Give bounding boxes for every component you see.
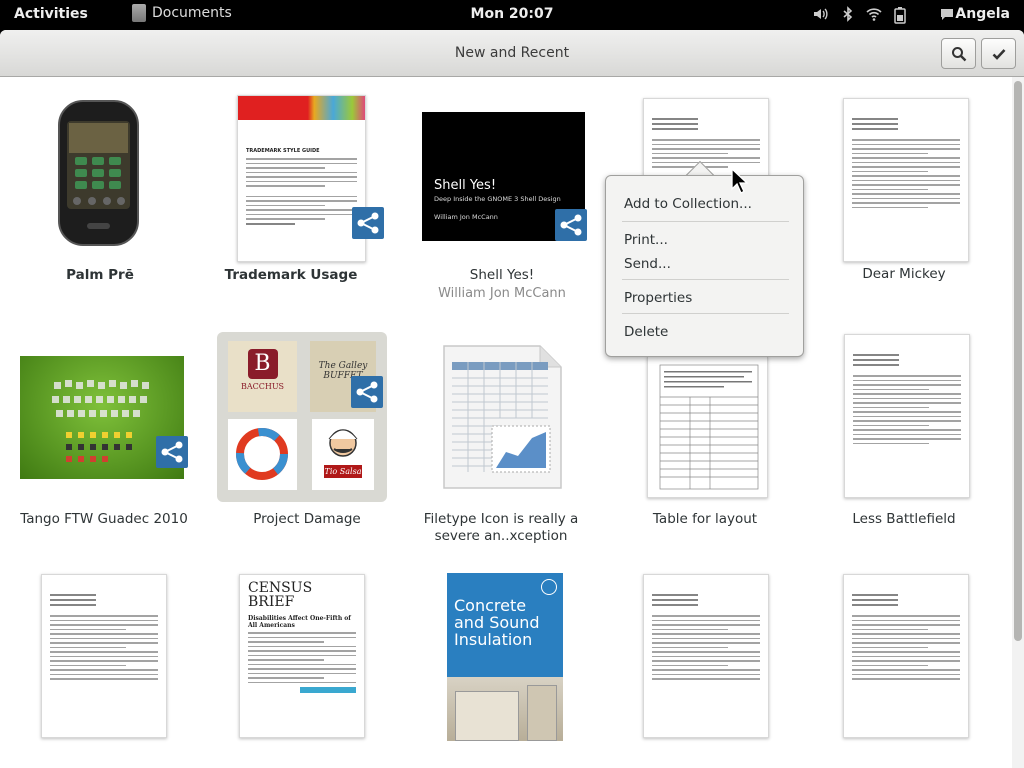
mouse-cursor-icon xyxy=(731,168,749,194)
document-thumbnail xyxy=(41,574,167,738)
selection-mode-button[interactable] xyxy=(981,38,1016,69)
shared-badge-icon xyxy=(156,436,188,468)
menu-item-add-to-collection[interactable]: Add to Collection... xyxy=(624,196,752,212)
document-thumbnail xyxy=(643,574,769,738)
app-menu-label: Documents xyxy=(152,5,232,21)
documents-window: New and Recent Palm Prē TRADEMARK STYLE … xyxy=(0,30,1024,768)
document-thumbnail: Concrete and Sound Insulation xyxy=(447,573,563,741)
document-thumbnail xyxy=(843,574,969,738)
menu-item-properties[interactable]: Properties xyxy=(624,290,692,306)
menu-separator xyxy=(622,221,789,222)
checkmark-icon xyxy=(992,49,1006,60)
document-thumbnail: CENSUS BRIEF Disabilities Affect One-Fif… xyxy=(239,574,365,738)
document-thumbnail xyxy=(843,98,969,262)
menu-separator xyxy=(622,279,789,280)
context-menu: Add to Collection... Print... Send... Pr… xyxy=(605,175,804,357)
document-title: Dear Mickey xyxy=(862,266,946,282)
activities-button[interactable]: Activities xyxy=(14,6,88,22)
shared-badge-icon xyxy=(351,376,383,408)
battery-icon[interactable] xyxy=(891,6,909,24)
documents-app-icon xyxy=(132,2,151,22)
user-menu[interactable]: Angela xyxy=(955,6,1010,22)
menu-item-delete[interactable]: Delete xyxy=(624,324,668,340)
collection-tile: B BACCHUS xyxy=(228,341,297,412)
collection-tile: Tio Salsa xyxy=(312,419,374,490)
document-title: Less Battlefield xyxy=(852,511,956,527)
document-thumbnail: TRADEMARK STYLE GUIDE xyxy=(237,95,366,262)
menu-separator xyxy=(622,313,789,314)
document-title: Trademark Usage xyxy=(224,267,358,283)
clock[interactable]: Mon 20:07 xyxy=(471,6,554,22)
document-title: Shell Yes! xyxy=(469,267,535,283)
bluetooth-icon[interactable] xyxy=(839,6,857,24)
header-title: New and Recent xyxy=(454,45,570,61)
volume-icon[interactable] xyxy=(811,6,829,24)
shared-badge-icon xyxy=(555,209,587,241)
search-icon xyxy=(952,47,967,62)
menu-item-print[interactable]: Print... xyxy=(624,232,668,248)
wifi-icon[interactable] xyxy=(865,6,883,24)
document-title: Filetype Icon is really a severe an..xce… xyxy=(423,511,579,544)
shared-badge-icon xyxy=(352,207,384,239)
document-title: Palm Prē xyxy=(66,267,134,283)
document-thumbnail xyxy=(844,334,970,498)
top-panel: Activities Documents Mon 20:07 Angela xyxy=(0,0,1024,30)
spreadsheet-icon xyxy=(440,342,565,492)
app-menu[interactable]: Documents xyxy=(132,2,232,22)
document-title: Tango FTW Guadec 2010 xyxy=(20,511,188,527)
document-thumbnail xyxy=(647,356,768,498)
header-bar: New and Recent xyxy=(0,30,1024,77)
document-author: William Jon McCann xyxy=(438,286,566,301)
document-title: Table for layout xyxy=(652,511,758,527)
scrollbar-thumb[interactable] xyxy=(1014,81,1022,641)
search-button[interactable] xyxy=(941,38,976,69)
phone-thumbnail xyxy=(57,99,140,247)
scrollbar[interactable] xyxy=(1012,77,1024,768)
chat-icon[interactable] xyxy=(938,6,956,24)
menu-item-send[interactable]: Send... xyxy=(624,256,671,272)
collection-tile xyxy=(228,419,297,490)
document-title: Project Damage xyxy=(253,511,361,527)
